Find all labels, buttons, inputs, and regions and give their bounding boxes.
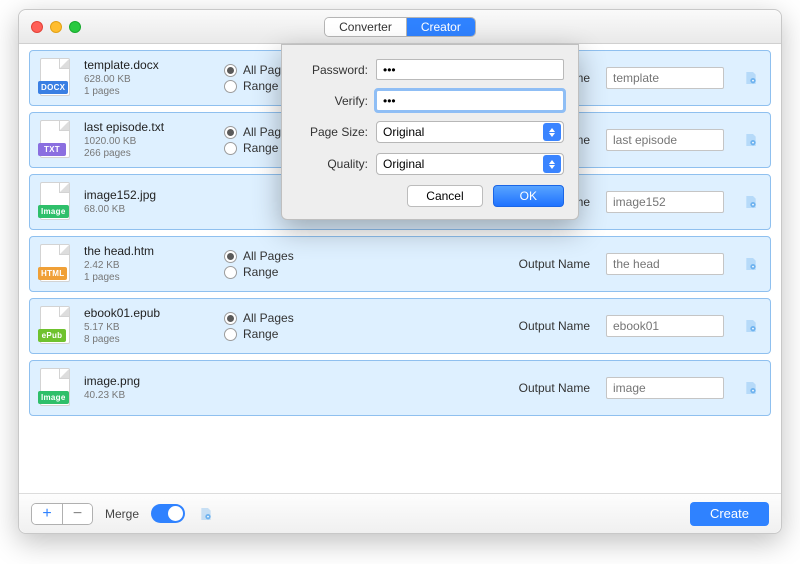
file-meta: image152.jpg 68.00 KB xyxy=(84,188,214,217)
page-selection: All Pages Range xyxy=(224,309,394,343)
mode-segmented-control: Converter Creator xyxy=(324,17,476,37)
file-type-icon: HTML xyxy=(40,244,74,284)
file-name: last episode.txt xyxy=(84,120,214,134)
row-settings-icon[interactable] xyxy=(742,379,760,397)
merge-label: Merge xyxy=(105,507,139,521)
range-radio[interactable]: Range xyxy=(224,327,394,341)
footer-toolbar: + − Merge Create xyxy=(19,493,781,533)
ok-button[interactable]: OK xyxy=(493,185,564,207)
stepper-icon xyxy=(543,123,561,141)
merge-settings-icon[interactable] xyxy=(197,505,215,523)
range-radio[interactable]: Range xyxy=(224,265,394,279)
settings-modal: Password: Verify: Page Size: Original Qu… xyxy=(281,44,579,220)
file-type-icon: TXT xyxy=(40,120,74,160)
verify-label: Verify: xyxy=(296,94,368,108)
output-name-field[interactable] xyxy=(606,67,724,89)
add-remove-control: + − xyxy=(31,503,93,525)
file-type-tag: TXT xyxy=(38,143,66,156)
file-name: template.docx xyxy=(84,58,214,72)
file-type-tag: ePub xyxy=(38,329,66,342)
titlebar: Converter Creator xyxy=(19,10,781,44)
file-size: 5.17 KB xyxy=(84,322,214,335)
output-name-label: Output Name xyxy=(519,319,590,333)
file-meta: ebook01.epub 5.17 KB 8 pages xyxy=(84,306,214,347)
file-type-tag: Image xyxy=(38,205,69,218)
file-name: image152.jpg xyxy=(84,188,214,202)
output-name-label: Output Name xyxy=(519,257,590,271)
file-type-icon: ePub xyxy=(40,306,74,346)
output-name-field[interactable] xyxy=(606,253,724,275)
file-name: the head.htm xyxy=(84,244,214,258)
file-size: 1020.00 KB xyxy=(84,136,214,149)
file-meta: the head.htm 2.42 KB 1 pages xyxy=(84,244,214,285)
tab-converter[interactable]: Converter xyxy=(325,18,406,36)
output-name-field[interactable] xyxy=(606,129,724,151)
quality-select[interactable]: Original xyxy=(376,153,564,175)
file-size: 2.42 KB xyxy=(84,260,214,273)
file-type-tag: Image xyxy=(38,391,69,404)
file-row[interactable]: Image image.png 40.23 KB Output Name xyxy=(29,360,771,416)
file-pages: 266 pages xyxy=(84,148,214,161)
cancel-button[interactable]: Cancel xyxy=(407,185,482,207)
row-settings-icon[interactable] xyxy=(742,255,760,273)
pagesize-select[interactable]: Original xyxy=(376,121,564,143)
quality-label: Quality: xyxy=(296,157,368,171)
password-field[interactable] xyxy=(376,59,564,80)
merge-toggle[interactable] xyxy=(151,504,185,523)
file-type-icon: Image xyxy=(40,182,74,222)
file-type-icon: DOCX xyxy=(40,58,74,98)
row-settings-icon[interactable] xyxy=(742,193,760,211)
file-pages: 8 pages xyxy=(84,334,214,347)
file-meta: image.png 40.23 KB xyxy=(84,374,214,403)
add-file-button[interactable]: + xyxy=(32,504,62,524)
output-name-field[interactable] xyxy=(606,377,724,399)
minimize-window-button[interactable] xyxy=(50,21,62,33)
pagesize-label: Page Size: xyxy=(296,125,368,139)
row-settings-icon[interactable] xyxy=(742,317,760,335)
close-window-button[interactable] xyxy=(31,21,43,33)
remove-file-button[interactable]: − xyxy=(62,504,92,524)
row-settings-icon[interactable] xyxy=(742,131,760,149)
create-button[interactable]: Create xyxy=(690,502,769,526)
file-size: 40.23 KB xyxy=(84,390,214,403)
file-row[interactable]: ePub ebook01.epub 5.17 KB 8 pages All Pa… xyxy=(29,298,771,354)
all-pages-radio[interactable]: All Pages xyxy=(224,249,394,263)
file-meta: template.docx 628.00 KB 1 pages xyxy=(84,58,214,99)
output-name-field[interactable] xyxy=(606,315,724,337)
stepper-icon xyxy=(543,155,561,173)
file-name: ebook01.epub xyxy=(84,306,214,320)
zoom-window-button[interactable] xyxy=(69,21,81,33)
app-window: Converter Creator DOCX template.docx 628… xyxy=(18,9,782,534)
file-row[interactable]: HTML the head.htm 2.42 KB 1 pages All Pa… xyxy=(29,236,771,292)
output-name-field[interactable] xyxy=(606,191,724,213)
output-name-label: Output Name xyxy=(519,381,590,395)
file-type-tag: HTML xyxy=(38,267,67,280)
file-meta: last episode.txt 1020.00 KB 266 pages xyxy=(84,120,214,161)
pagesize-value: Original xyxy=(383,125,424,139)
file-size: 628.00 KB xyxy=(84,74,214,87)
page-selection: All Pages Range xyxy=(224,247,394,281)
file-pages: 1 pages xyxy=(84,272,214,285)
file-type-tag: DOCX xyxy=(38,81,68,94)
file-type-icon: Image xyxy=(40,368,74,408)
password-label: Password: xyxy=(296,63,368,77)
file-size: 68.00 KB xyxy=(84,204,214,217)
row-settings-icon[interactable] xyxy=(742,69,760,87)
file-name: image.png xyxy=(84,374,214,388)
verify-field[interactable] xyxy=(376,90,564,111)
quality-value: Original xyxy=(383,157,424,171)
all-pages-radio[interactable]: All Pages xyxy=(224,311,394,325)
traffic-lights xyxy=(31,21,81,33)
file-pages: 1 pages xyxy=(84,86,214,99)
tab-creator[interactable]: Creator xyxy=(406,18,475,36)
